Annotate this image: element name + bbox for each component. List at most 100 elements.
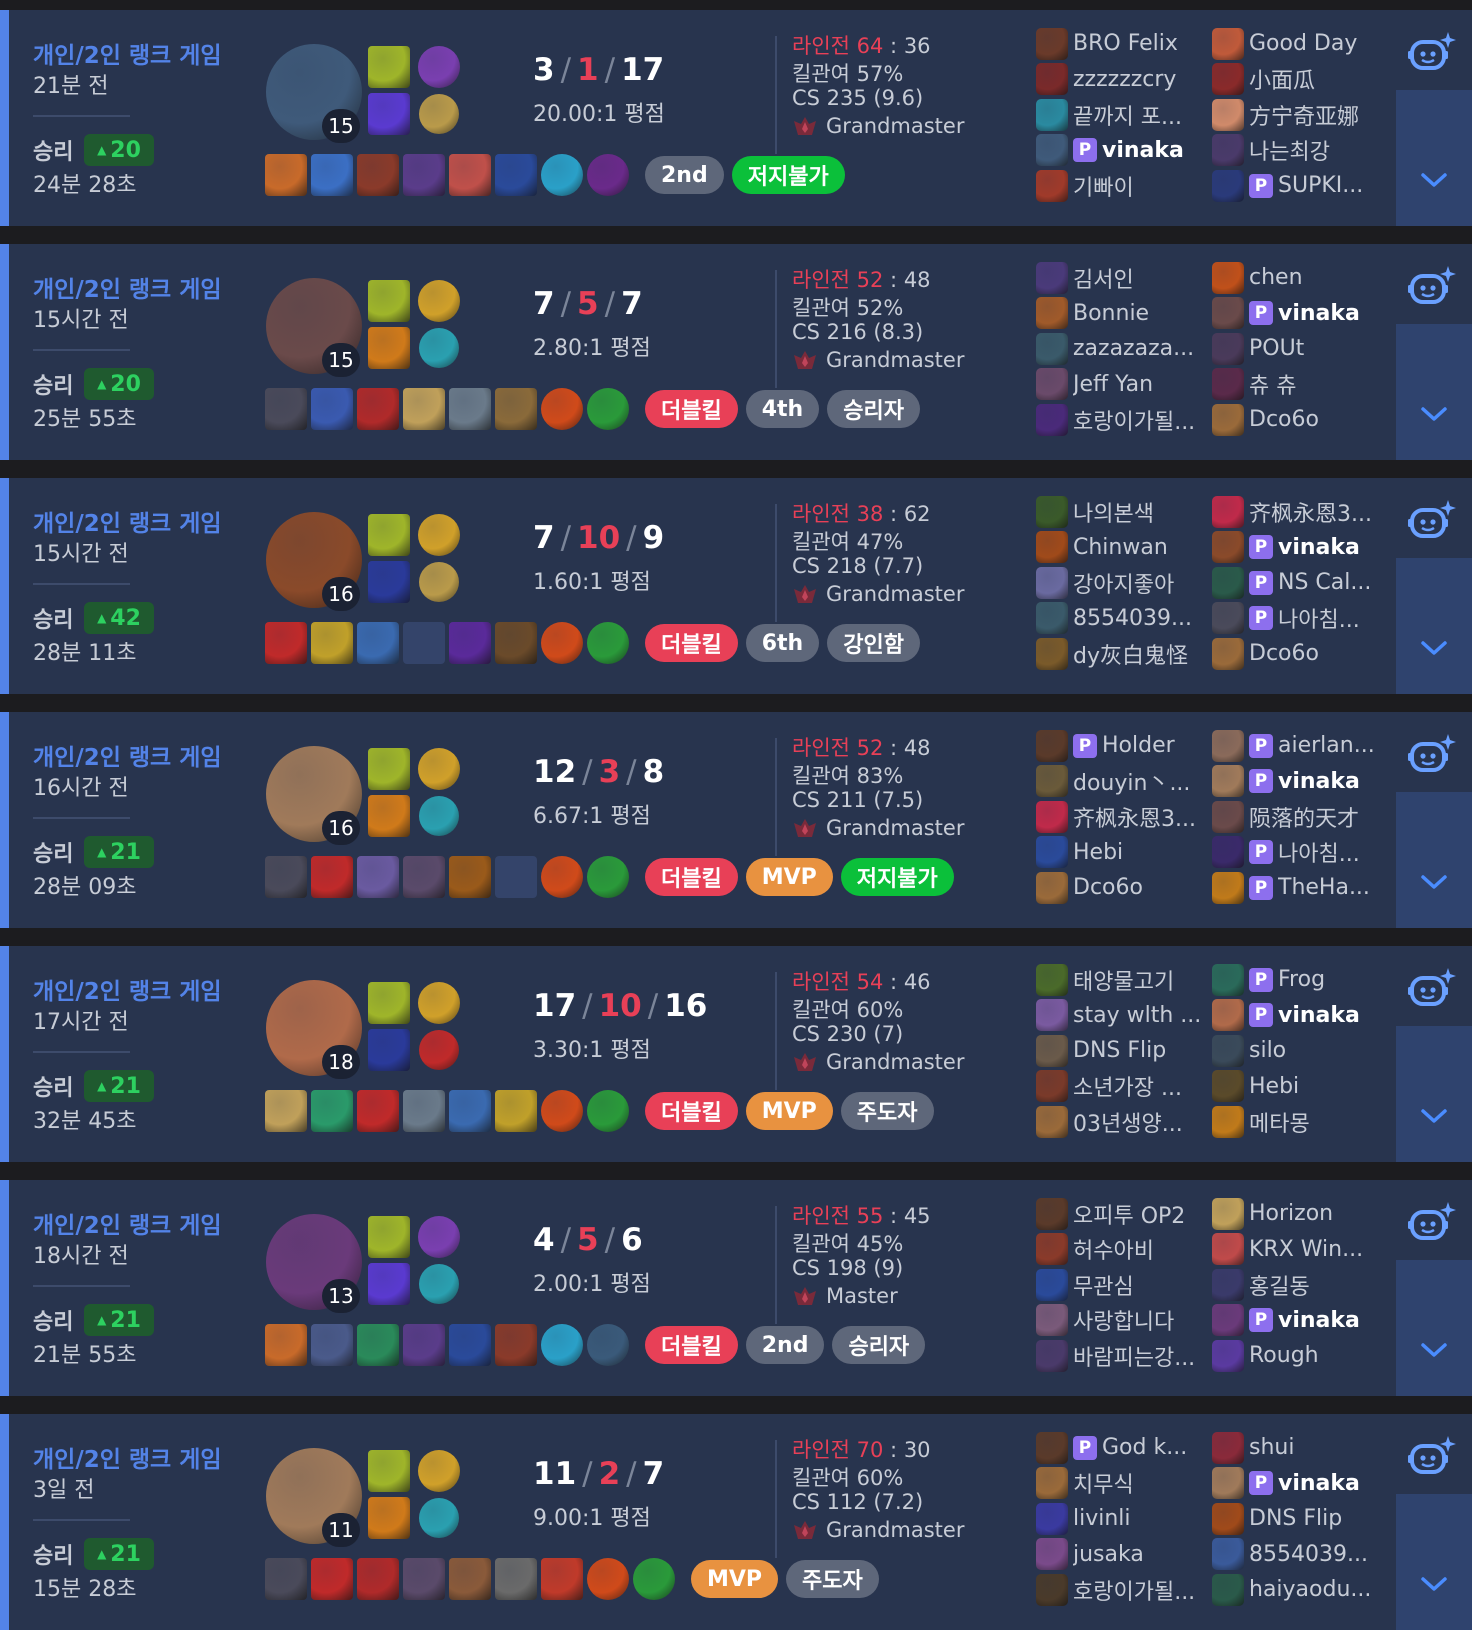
player-row[interactable]: 호랑이가될... [1036,402,1206,438]
player-row[interactable]: P Frog [1212,962,1382,998]
item-slot[interactable] [541,1558,583,1600]
player-row[interactable]: Jeff Yan [1036,367,1206,403]
player-name[interactable]: God k... [1102,1435,1187,1460]
player-name[interactable]: Chinwan [1073,535,1168,560]
player-name[interactable]: DNS Flip [1249,1506,1342,1531]
player-name[interactable]: Dco6o [1249,407,1319,432]
player-name[interactable]: 치무식 [1073,1467,1134,1499]
trinket-item[interactable] [633,1558,675,1600]
item-slot[interactable] [311,622,353,664]
player-row[interactable]: zzzzzzcry [1036,62,1206,98]
player-row[interactable]: KRX Win... [1212,1232,1382,1268]
player-name[interactable]: chen [1249,265,1303,290]
expand-button[interactable] [1396,1026,1472,1162]
player-name[interactable]: 호랑이가될... [1073,404,1195,436]
player-row[interactable]: Pvinaka [1036,133,1206,169]
item-slot[interactable] [265,622,307,664]
player-name[interactable]: Good Day [1249,31,1357,56]
item-slot[interactable] [403,1324,445,1366]
player-row[interactable]: 끝까지 포... [1036,97,1206,133]
ai-assistant-robot-icon[interactable] [1408,1200,1456,1244]
player-row[interactable]: 小面瓜 [1212,62,1382,98]
player-row[interactable]: silo [1212,1033,1382,1069]
player-row[interactable]: P God k... [1036,1430,1206,1466]
ai-button-area[interactable] [1396,712,1472,792]
summoner-spell-2[interactable] [368,1263,410,1305]
player-row[interactable]: 태양물고기 [1036,962,1206,998]
secondary-rune[interactable] [419,1264,459,1304]
player-row[interactable]: P TheHa... [1212,870,1382,906]
keystone-rune[interactable] [418,1216,460,1258]
player-row[interactable]: Rough [1212,1338,1382,1374]
player-row[interactable]: douyin丶... [1036,764,1206,800]
item-slot[interactable] [403,1090,445,1132]
player-row[interactable]: P 나아침... [1212,601,1382,637]
player-row[interactable]: Hebi [1036,835,1206,871]
ai-button-area[interactable] [1396,1414,1472,1494]
item-slot[interactable] [495,1558,537,1600]
player-row[interactable]: stay wlth ... [1036,998,1206,1034]
chevron-down-icon[interactable] [1418,404,1450,424]
player-row[interactable]: POUt [1212,331,1382,367]
player-name[interactable]: 8554039... [1073,606,1192,631]
item-slot[interactable] [357,1324,399,1366]
item-slot[interactable] [449,388,491,430]
player-name[interactable]: Dco6o [1249,641,1319,666]
player-row[interactable]: 나의본색 [1036,494,1206,530]
player-name[interactable]: Frog [1278,967,1325,992]
player-name[interactable]: Holder [1102,733,1175,758]
item-slot[interactable] [265,1090,307,1132]
item-slot[interactable] [403,154,445,196]
player-row[interactable]: 方宁奇亚娜 [1212,97,1382,133]
player-name[interactable]: stay wlth ... [1073,1003,1201,1028]
player-name[interactable]: vinaka [1278,301,1360,326]
player-row[interactable]: livinli [1036,1501,1206,1537]
trinket-item[interactable] [587,388,629,430]
player-name[interactable]: vinaka [1278,1003,1360,1028]
summoner-spell-flash[interactable] [368,1450,410,1492]
player-row[interactable]: 치무식 [1036,1466,1206,1502]
player-name[interactable]: 오피투 OP2 [1073,1198,1185,1230]
trinket-item[interactable] [541,622,583,664]
item-slot[interactable] [495,154,537,196]
player-name[interactable]: KRX Win... [1249,1237,1363,1262]
player-row[interactable]: 8554039... [1212,1537,1382,1573]
expand-button[interactable] [1396,558,1472,694]
match-card[interactable]: 개인/2인 랭크 게임 16시간 전 승리 ▲ 21 28분 09초 16 12/3/8 6.6… [0,712,1472,928]
item-slot[interactable] [311,388,353,430]
item-slot[interactable] [357,388,399,430]
player-name[interactable]: Horizon [1249,1201,1333,1226]
expand-button[interactable] [1396,792,1472,928]
keystone-rune[interactable] [418,748,460,790]
chevron-down-icon[interactable] [1418,638,1450,658]
player-row[interactable]: shui [1212,1430,1382,1466]
match-card[interactable]: 개인/2인 랭크 게임 18시간 전 승리 ▲ 21 21분 55초 13 4/5/6 2.00… [0,1180,1472,1396]
item-slot[interactable] [265,1324,307,1366]
item-slot[interactable] [357,154,399,196]
item-slot[interactable] [265,388,307,430]
player-name[interactable]: Rough [1249,1343,1319,1368]
item-slot[interactable] [311,1090,353,1132]
summoner-spell-flash[interactable] [368,982,410,1024]
keystone-rune[interactable] [418,1450,460,1492]
player-row[interactable]: 陨落的天才 [1212,799,1382,835]
ai-assistant-robot-icon[interactable] [1408,498,1456,542]
trinket-item[interactable] [541,856,583,898]
player-row[interactable]: Pvinaka [1212,1303,1382,1339]
player-name[interactable]: livinli [1073,1506,1131,1531]
player-name[interactable]: 바람피는강... [1073,1340,1195,1372]
chevron-down-icon[interactable] [1418,1106,1450,1126]
item-slot[interactable] [265,1558,307,1600]
keystone-rune[interactable] [418,982,460,1024]
player-row[interactable]: Good Day [1212,26,1382,62]
empty-item-slot[interactable] [403,622,445,664]
trinket-item[interactable] [587,154,629,196]
match-card[interactable]: 개인/2인 랭크 게임 3일 전 승리 ▲ 21 15분 28초 11 11/2/7 9.00:… [0,1414,1472,1630]
player-name[interactable]: 小面瓜 [1249,63,1315,95]
trinket-item[interactable] [587,1558,629,1600]
trinket-item[interactable] [541,1090,583,1132]
item-slot[interactable] [311,154,353,196]
player-row[interactable]: Pvinaka [1212,1466,1382,1502]
player-name[interactable]: 김서인 [1073,262,1134,294]
player-row[interactable]: zazazaza... [1036,331,1206,367]
